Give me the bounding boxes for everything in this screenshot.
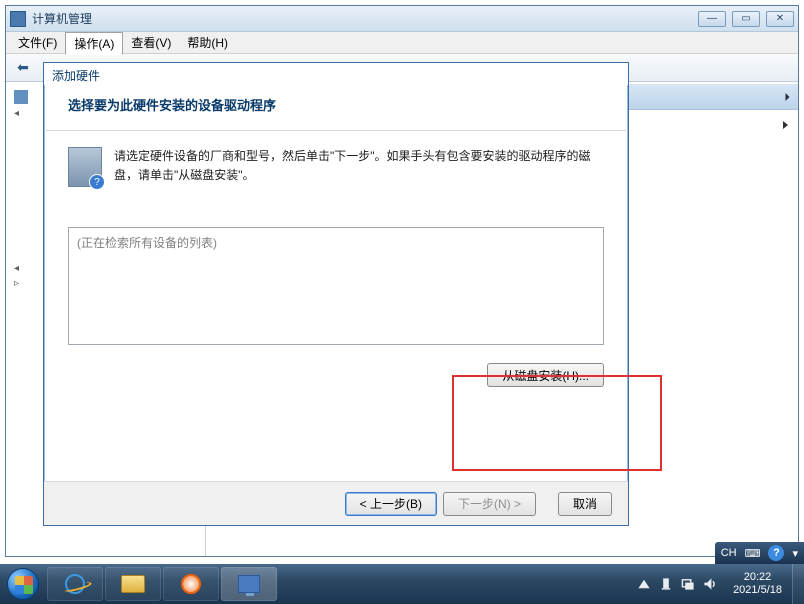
device-help-icon (68, 147, 102, 187)
close-button[interactable]: ✕ (766, 11, 794, 27)
add-hardware-dialog: 添加硬件 选择要为此硬件安装的设备驱动程序 请选定硬件设备的厂商和型号，然后单击… (43, 62, 629, 526)
dialog-footer: < 上一步(B) 下一步(N) > 取消 (44, 481, 628, 525)
computer-icon (14, 90, 28, 104)
tray-up-icon[interactable] (637, 577, 651, 591)
show-desktop-button[interactable] (792, 564, 804, 604)
lang-code[interactable]: CH (721, 547, 737, 559)
minimize-button[interactable]: — (698, 11, 726, 27)
collapse-icon[interactable] (786, 93, 790, 101)
window-title: 计算机管理 (32, 10, 698, 27)
info-text: 请选定硬件设备的厂商和型号，然后单击"下一步"。如果手头有包含要安装的驱动程序的… (114, 147, 604, 187)
tree-expand-icon[interactable]: ▹ (14, 278, 24, 289)
app-icon (10, 11, 26, 27)
lang-options-icon[interactable]: ▾ (792, 547, 798, 560)
taskbar-explorer[interactable] (105, 567, 161, 601)
clock-time: 20:22 (733, 571, 782, 584)
volume-icon[interactable] (703, 577, 717, 591)
media-player-icon (181, 574, 201, 594)
install-from-disk-button[interactable]: 从磁盘安装(H)... (487, 363, 604, 387)
help-icon[interactable]: ? (768, 545, 784, 561)
dialog-title: 添加硬件 (44, 63, 628, 85)
monitor-icon (238, 575, 260, 593)
taskbar: 20:22 2021/5/18 (0, 564, 804, 604)
tree-toggle-icon[interactable]: ◂ (14, 263, 24, 274)
menu-view[interactable]: 查看(V) (123, 32, 179, 53)
start-button[interactable] (0, 564, 46, 604)
windows-logo-icon (7, 568, 39, 600)
cancel-button[interactable]: 取消 (558, 492, 612, 516)
device-list[interactable]: (正在检索所有设备的列表) (68, 227, 604, 345)
ie-icon (65, 574, 85, 594)
taskbar-media-player[interactable] (163, 567, 219, 601)
clock[interactable]: 20:22 2021/5/18 (723, 571, 792, 597)
titlebar[interactable]: 计算机管理 — ▭ ✕ (6, 6, 798, 32)
taskbar-ie[interactable] (47, 567, 103, 601)
network-icon[interactable] (681, 577, 695, 591)
menu-action[interactable]: 操作(A) (65, 32, 123, 55)
separator (44, 130, 628, 131)
list-placeholder: (正在检索所有设备的列表) (77, 236, 217, 250)
tray-icons (631, 577, 723, 591)
taskbar-computer-management[interactable] (221, 567, 277, 601)
chevron-right-icon (783, 121, 788, 129)
menu-file[interactable]: 文件(F) (10, 32, 65, 53)
menubar: 文件(F) 操作(A) 查看(V) 帮助(H) (6, 32, 798, 54)
maximize-button[interactable]: ▭ (732, 11, 760, 27)
window-controls: — ▭ ✕ (698, 11, 794, 27)
menu-help[interactable]: 帮助(H) (179, 32, 236, 53)
install-row: 从磁盘安装(H)... (44, 355, 628, 395)
language-bar[interactable]: CH ⌨ ? ▾ (715, 542, 804, 564)
clock-date: 2021/5/18 (733, 584, 782, 597)
dialog-header: 选择要为此硬件安装的设备驱动程序 (44, 85, 628, 130)
tree-toggle-icon[interactable]: ◂ (14, 108, 24, 119)
info-row: 请选定硬件设备的厂商和型号，然后单击"下一步"。如果手头有包含要安装的驱动程序的… (44, 147, 628, 187)
next-button[interactable]: 下一步(N) > (443, 492, 536, 516)
action-center-icon[interactable] (659, 577, 673, 591)
folder-icon (121, 575, 145, 593)
keyboard-icon[interactable]: ⌨ (745, 547, 761, 560)
system-tray: 20:22 2021/5/18 (631, 564, 804, 604)
dialog-heading: 选择要为此硬件安装的设备驱动程序 (68, 95, 612, 114)
nav-back-icon[interactable]: ⬅ (12, 58, 34, 78)
back-button[interactable]: < 上一步(B) (345, 492, 437, 516)
